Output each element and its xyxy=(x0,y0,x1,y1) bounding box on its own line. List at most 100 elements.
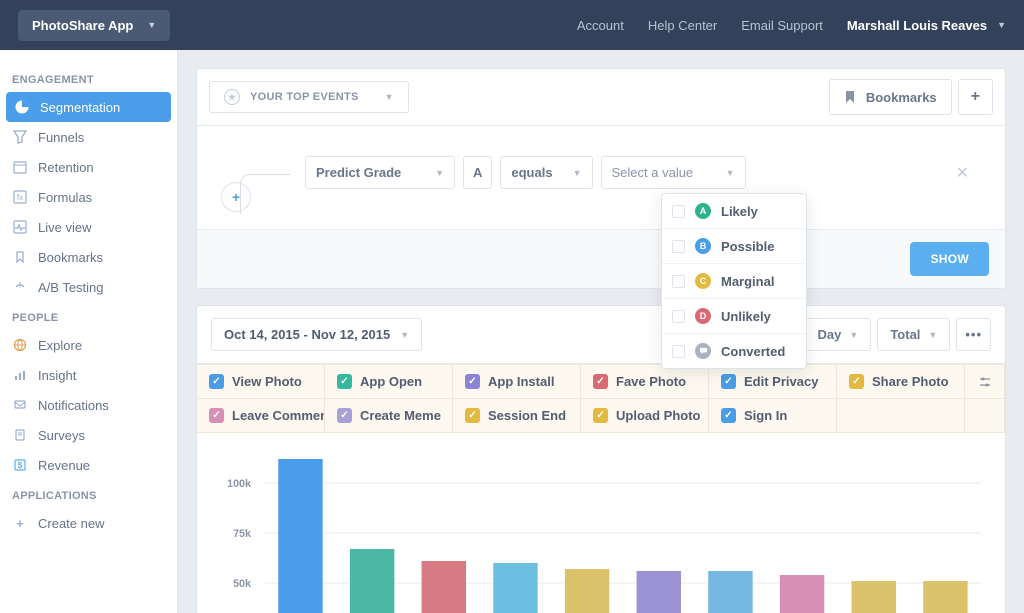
sidebar-item-bookmarks[interactable]: Bookmarks xyxy=(0,242,177,272)
event-checkbox[interactable]: ✓ xyxy=(209,374,224,389)
app-switcher[interactable]: PhotoShare App ▼ xyxy=(18,10,170,41)
sidebar-item-surveys[interactable]: Surveys xyxy=(0,420,177,450)
svg-text:75k: 75k xyxy=(233,528,252,540)
chart-bar[interactable] xyxy=(637,571,681,613)
chart-bar[interactable] xyxy=(852,581,896,613)
top-right-nav: Account Help Center Email Support Marsha… xyxy=(577,18,1006,33)
bookmark-icon xyxy=(844,90,856,104)
event-label: Edit Privacy xyxy=(744,374,818,389)
legend-event[interactable]: ✓Fave Photo xyxy=(581,365,709,398)
sidebar-item-insight[interactable]: Insight xyxy=(0,360,177,390)
checkbox[interactable] xyxy=(672,240,685,253)
sidebar-item-formulas[interactable]: fx Formulas xyxy=(0,182,177,212)
sidebar-item-explore[interactable]: Explore xyxy=(0,330,177,360)
chart-bar[interactable] xyxy=(350,549,394,613)
badge-b-icon: B xyxy=(695,238,711,254)
help-center-link[interactable]: Help Center xyxy=(648,18,717,33)
bell-icon xyxy=(12,397,28,413)
dropdown-option-likely[interactable]: A Likely xyxy=(662,194,806,229)
sidebar-item-create-new[interactable]: + Create new xyxy=(0,508,177,538)
date-range-picker[interactable]: Oct 14, 2015 - Nov 12, 2015 ▼ xyxy=(211,318,422,351)
legend-settings-button[interactable] xyxy=(965,365,1005,398)
chart-bar[interactable] xyxy=(493,563,537,613)
chart-bar[interactable] xyxy=(278,459,322,613)
legend-event[interactable]: ✓Create Meme xyxy=(325,398,453,432)
event-checkbox[interactable]: ✓ xyxy=(593,374,608,389)
badge-d-icon: D xyxy=(695,308,711,324)
chevron-down-icon: ▼ xyxy=(147,20,156,30)
chart-panel: Oct 14, 2015 - Nov 12, 2015 ▼ Day ▼ Tota… xyxy=(196,305,1006,613)
event-label: View Photo xyxy=(232,374,302,389)
chart-bar[interactable] xyxy=(565,569,609,613)
sidebar-item-segmentation[interactable]: Segmentation xyxy=(6,92,171,122)
granularity-select[interactable]: Day ▼ xyxy=(805,318,872,351)
operator-select[interactable]: equals ▼ xyxy=(500,156,592,189)
your-top-events-dropdown[interactable]: ★ YOUR TOP EVENTS ▼ xyxy=(209,81,409,113)
event-checkbox[interactable]: ✓ xyxy=(721,408,736,423)
event-checkbox[interactable]: ✓ xyxy=(849,374,864,389)
event-label: Sign In xyxy=(744,408,787,423)
show-button[interactable]: SHOW xyxy=(910,242,989,276)
dropdown-option-unlikely[interactable]: D Unlikely xyxy=(662,299,806,334)
legend-event[interactable]: ✓Share Photo xyxy=(837,365,965,398)
add-bookmark-button[interactable]: + xyxy=(958,79,993,115)
checkbox[interactable] xyxy=(672,345,685,358)
legend-event[interactable]: ✓Leave Comment xyxy=(197,398,325,432)
sidebar-item-retention[interactable]: Retention xyxy=(0,152,177,182)
sidebar-item-funnels[interactable]: Funnels xyxy=(0,122,177,152)
sliders-icon xyxy=(978,375,992,389)
legend-event[interactable]: ✓App Open xyxy=(325,365,453,398)
option-label: Converted xyxy=(721,344,785,359)
checkbox[interactable] xyxy=(672,275,685,288)
sidebar-item-notifications[interactable]: Notifications xyxy=(0,390,177,420)
panel-header: ★ YOUR TOP EVENTS ▼ Bookmarks + xyxy=(197,69,1005,126)
chart-bar[interactable] xyxy=(422,561,466,613)
user-menu[interactable]: Marshall Louis Reaves ▼ xyxy=(847,18,1006,33)
more-options-button[interactable]: ••• xyxy=(956,318,991,351)
value-select[interactable]: Select a value ▼ xyxy=(601,156,746,189)
type-letter: A xyxy=(473,165,482,180)
sidebar-item-revenue[interactable]: $ Revenue xyxy=(0,450,177,480)
top-bar: PhotoShare App ▼ Account Help Center Ema… xyxy=(0,0,1024,50)
dropdown-option-possible[interactable]: B Possible xyxy=(662,229,806,264)
event-checkbox[interactable]: ✓ xyxy=(721,374,736,389)
legend-event[interactable]: ✓App Install xyxy=(453,365,581,398)
type-indicator[interactable]: A xyxy=(463,156,492,189)
event-checkbox[interactable]: ✓ xyxy=(209,408,224,423)
event-checkbox[interactable]: ✓ xyxy=(465,374,480,389)
sidebar-label: Live view xyxy=(38,220,91,235)
remove-filter-button[interactable]: ✕ xyxy=(950,163,975,183)
dropdown-option-converted[interactable]: Converted xyxy=(662,334,806,368)
legend-event[interactable]: ✓ View Photo xyxy=(197,365,325,398)
legend-event[interactable]: ✓ Edit Privacy xyxy=(709,365,837,398)
checkbox[interactable] xyxy=(672,205,685,218)
metric-select[interactable]: Total ▼ xyxy=(877,318,950,351)
query-builder: + Predict Grade ▼ A equals ▼ Se xyxy=(197,126,1005,229)
chevron-down-icon: ▼ xyxy=(928,330,937,340)
legend-event[interactable]: ✓ Sign In xyxy=(709,398,837,432)
event-checkbox[interactable]: ✓ xyxy=(593,408,608,423)
event-checkbox[interactable]: ✓ xyxy=(337,408,352,423)
chart-bar[interactable] xyxy=(923,581,967,613)
badge-c-icon: C xyxy=(695,273,711,289)
checkbox[interactable] xyxy=(672,310,685,323)
chat-icon xyxy=(695,343,711,359)
dropdown-option-marginal[interactable]: C Marginal xyxy=(662,264,806,299)
account-link[interactable]: Account xyxy=(577,18,624,33)
email-support-link[interactable]: Email Support xyxy=(741,18,823,33)
chevron-down-icon: ▼ xyxy=(385,92,394,102)
bookmarks-button[interactable]: Bookmarks xyxy=(829,79,952,115)
chart-bar[interactable] xyxy=(708,571,752,613)
option-label: Possible xyxy=(721,239,774,254)
filter-row: Predict Grade ▼ A equals ▼ Select a valu… xyxy=(305,156,975,189)
sidebar-item-ab-testing[interactable]: A/B Testing xyxy=(0,272,177,302)
legend-event[interactable]: ✓Upload Photo xyxy=(581,398,709,432)
flask-icon xyxy=(12,279,28,295)
event-checkbox[interactable]: ✓ xyxy=(337,374,352,389)
sidebar-item-live-view[interactable]: Live view xyxy=(0,212,177,242)
field-select[interactable]: Predict Grade ▼ xyxy=(305,156,455,189)
svg-text:100k: 100k xyxy=(227,478,252,490)
legend-event[interactable]: ✓Session End xyxy=(453,398,581,432)
chart-bar[interactable] xyxy=(780,575,824,613)
event-checkbox[interactable]: ✓ xyxy=(465,408,480,423)
